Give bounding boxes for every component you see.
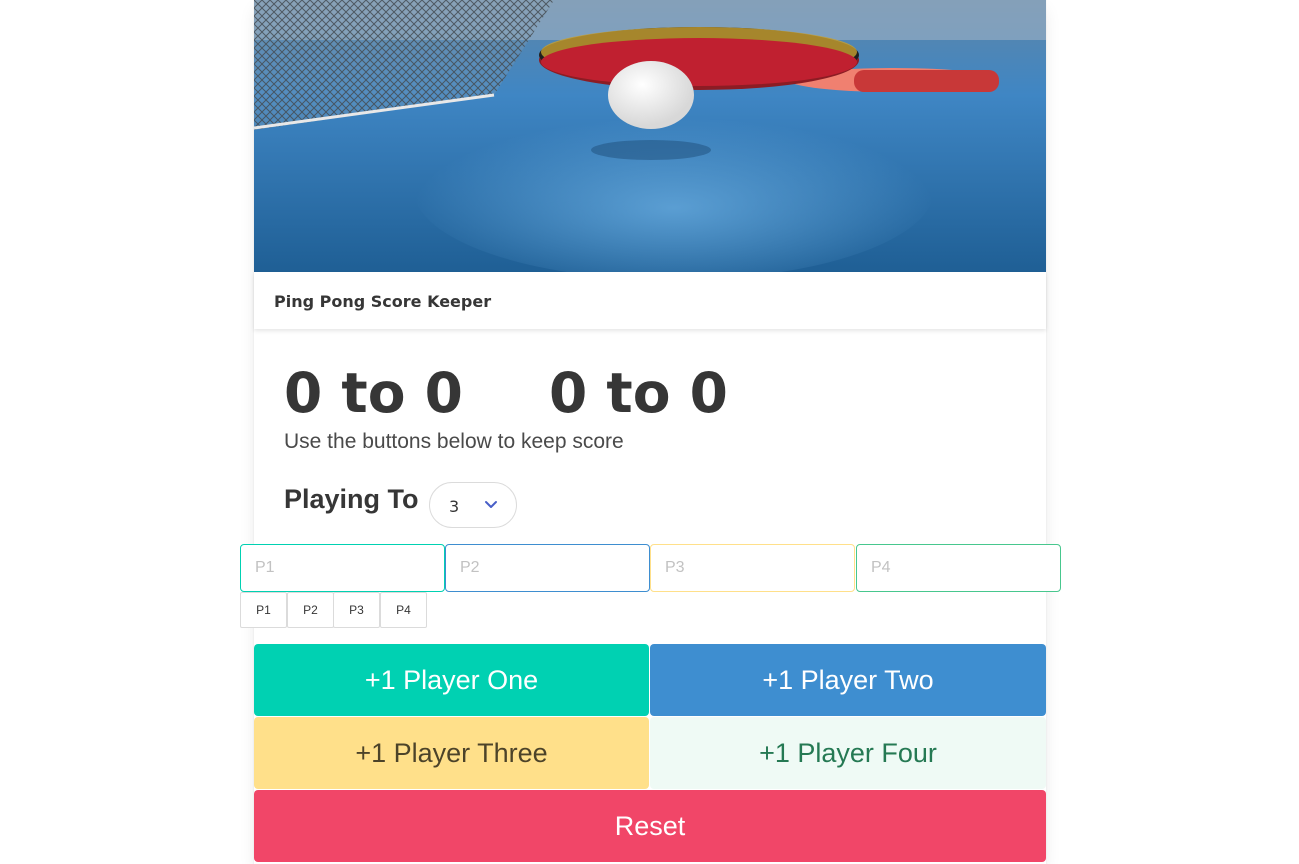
player-4-input[interactable] xyxy=(856,544,1061,592)
score-match-1: 0 to 0 xyxy=(284,361,463,425)
ping-pong-hero-image xyxy=(254,0,1046,272)
playing-to-value: 3 xyxy=(449,497,460,516)
card-header-title: Ping Pong Score Keeper xyxy=(274,292,492,311)
plus-one-player-one-button[interactable]: +1 Player One xyxy=(254,644,649,716)
plus-one-player-two-button[interactable]: +1 Player Two xyxy=(650,644,1046,716)
score-keeper-card: Ping Pong Score Keeper 0 to 0 0 to 0 Use… xyxy=(240,0,1061,864)
score-match-2: 0 to 0 xyxy=(549,361,728,425)
instructions-text: Use the buttons below to keep score xyxy=(284,430,624,453)
reset-button[interactable]: Reset xyxy=(254,790,1046,862)
card-header: Ping Pong Score Keeper xyxy=(254,272,1046,329)
p3-button[interactable]: P3 xyxy=(333,592,380,628)
p1-button[interactable]: P1 xyxy=(240,592,287,628)
p2-button[interactable]: P2 xyxy=(287,592,334,628)
player-2-input[interactable] xyxy=(445,544,650,592)
playing-to-label: Playing To xyxy=(284,484,419,514)
playing-to-select[interactable]: 3 xyxy=(429,482,517,528)
player-3-input[interactable] xyxy=(650,544,855,592)
player-1-input[interactable] xyxy=(240,544,445,592)
chevron-down-icon xyxy=(485,501,497,508)
p4-button[interactable]: P4 xyxy=(380,592,427,628)
plus-one-player-four-button[interactable]: +1 Player Four xyxy=(650,717,1046,789)
plus-one-player-three-button[interactable]: +1 Player Three xyxy=(254,717,649,789)
